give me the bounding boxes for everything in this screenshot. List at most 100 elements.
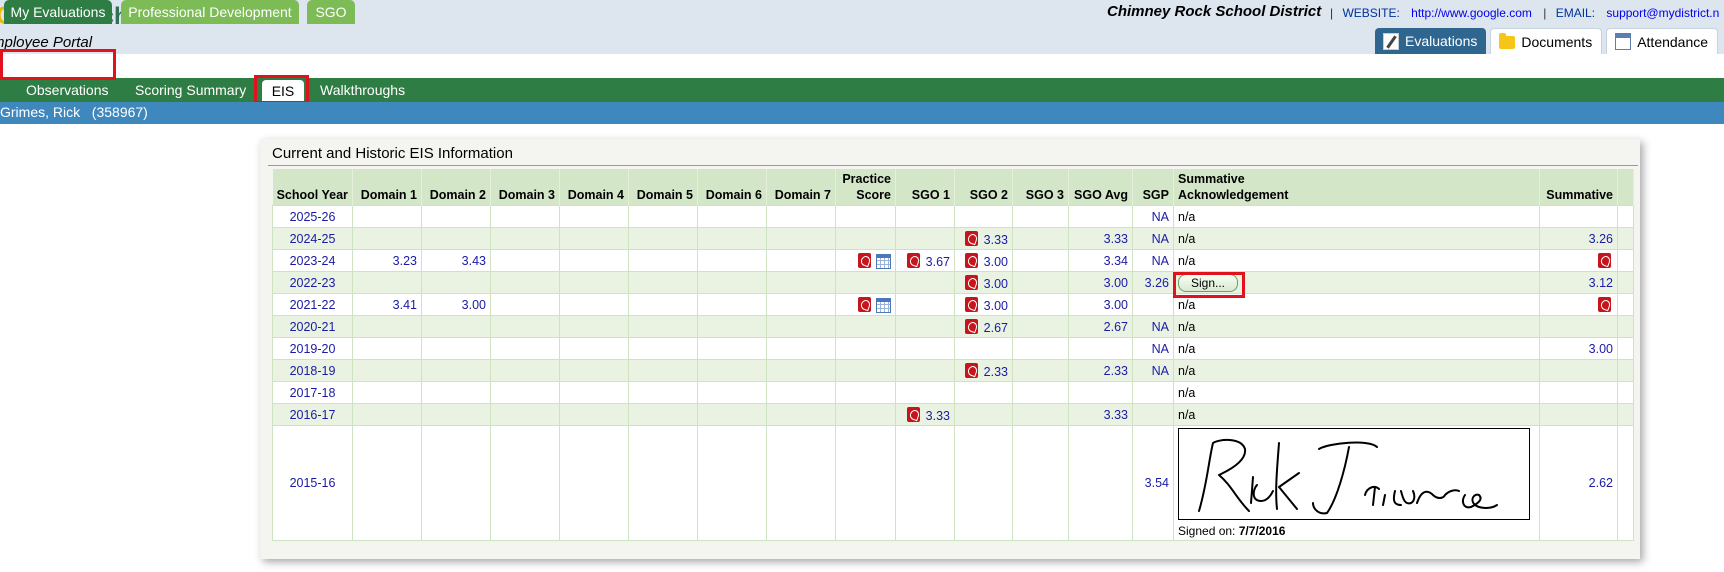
cell-summative-value[interactable]: 2.62 [1589,476,1613,490]
cell-sgo-2-value[interactable]: 3.00 [984,277,1008,291]
cell-domain-2[interactable] [421,403,491,426]
cell-domain-1-value[interactable]: 3.23 [393,254,417,268]
cell-sgo-1[interactable] [895,337,955,360]
cell-summative[interactable] [1539,315,1618,338]
pdf-icon[interactable] [965,252,979,268]
cell-summative[interactable] [1539,359,1618,382]
cell-domain-2-value[interactable]: 3.00 [462,298,486,312]
cell-school-year[interactable]: 2022-23 [272,271,353,294]
cell-sgo-avg[interactable]: 3.33 [1068,227,1133,250]
tab-documents[interactable]: Documents [1490,28,1603,54]
cell-sgo-2[interactable]: 2.33 [954,359,1013,382]
cell-school-year[interactable]: 2019-20 [272,337,353,360]
cell-domain-1[interactable] [352,337,422,360]
cell-sgo-1[interactable] [895,381,955,404]
cell-domain-2[interactable]: 3.43 [421,249,491,272]
cell-school-year[interactable]: 2020-21 [272,315,353,338]
cell-sgo-avg[interactable]: 2.67 [1068,315,1133,338]
pdf-icon[interactable] [965,230,979,246]
cell-sgo-avg[interactable] [1068,337,1133,360]
cell-domain-2-value[interactable]: 3.43 [462,254,486,268]
cell-sgo-avg-value[interactable]: 2.67 [1104,320,1128,334]
pdf-icon[interactable] [965,362,979,378]
cell-summative[interactable] [1539,403,1618,426]
cell-school-year[interactable]: 2023-24 [272,249,353,272]
tab-professional-development[interactable]: Professional Development [121,0,299,24]
cell-sgo-avg-value[interactable]: 3.34 [1104,254,1128,268]
cell-domain-1[interactable] [352,359,422,382]
cell-sgp[interactable]: NA [1132,227,1174,250]
cell-sgo-avg[interactable]: 3.00 [1068,271,1133,294]
cell-sgo-2-value[interactable]: 2.67 [984,321,1008,335]
cell-sgo-1[interactable] [895,205,955,228]
cell-school-year-value[interactable]: 2016-17 [290,408,336,422]
cell-sgo-2[interactable] [954,381,1013,404]
cell-sgo-2[interactable] [954,403,1013,426]
cell-sgo-2[interactable] [954,205,1013,228]
cell-school-year[interactable]: 2018-19 [272,359,353,382]
cell-sgp-value[interactable]: NA [1152,254,1169,268]
sign-button[interactable]: Sign... [1178,273,1239,292]
cell-domain-1[interactable]: 3.23 [352,249,422,272]
cell-summative-value[interactable]: 3.12 [1589,276,1613,290]
cell-sgp[interactable]: NA [1132,337,1174,360]
pdf-icon[interactable] [1598,252,1611,268]
cell-sgp-value[interactable]: 3.26 [1145,276,1169,290]
cell-domain-1[interactable] [352,205,422,228]
tab-attendance[interactable]: Attendance [1606,28,1719,54]
cell-sgo-avg-value[interactable]: 3.33 [1104,232,1128,246]
cell-sgo-2[interactable]: 3.00 [954,249,1013,272]
cell-sgp[interactable]: NA [1132,359,1174,382]
cell-school-year-value[interactable]: 2019-20 [290,342,336,356]
cell-school-year-value[interactable]: 2017-18 [290,386,336,400]
cell-summative[interactable]: 3.00 [1539,337,1618,360]
cell-sgo-1[interactable]: 3.33 [895,403,955,426]
cell-summative-value[interactable]: 3.26 [1589,232,1613,246]
cell-school-year-value[interactable]: 2021-22 [290,298,336,312]
cell-domain-2[interactable] [421,205,491,228]
cell-domain-2[interactable] [421,359,491,382]
cell-sgo-2[interactable]: 2.67 [954,315,1013,338]
cell-sgo-2-value[interactable]: 3.00 [984,299,1008,313]
cell-domain-2[interactable] [421,227,491,250]
cell-summative[interactable]: 2.62 [1539,425,1618,541]
cell-sgo-avg[interactable]: 3.33 [1068,403,1133,426]
cell-sgo-avg[interactable] [1068,425,1133,541]
subtab-walkthroughs[interactable]: Walkthroughs [320,78,405,102]
cell-summative[interactable]: 3.26 [1539,227,1618,250]
cell-school-year[interactable]: 2017-18 [272,381,353,404]
cell-sgo-2-value[interactable]: 3.00 [984,255,1008,269]
cell-school-year[interactable]: 2025-26 [272,205,353,228]
cell-sgp-value[interactable]: NA [1152,210,1169,224]
cell-domain-1[interactable] [352,381,422,404]
email-link[interactable]: support@mydistrict.n [1606,6,1719,20]
cell-domain-2[interactable]: 3.00 [421,293,491,316]
cell-sgo-1[interactable] [895,359,955,382]
cell-sgo-2[interactable]: 3.33 [954,227,1013,250]
cell-sgo-1[interactable] [895,227,955,250]
cell-summative[interactable] [1539,205,1618,228]
cell-sgo-1-value[interactable]: 3.67 [926,255,950,269]
cell-sgp[interactable]: NA [1132,249,1174,272]
cell-domain-1[interactable] [352,403,422,426]
cell-school-year-value[interactable]: 2025-26 [290,210,336,224]
subtab-observations[interactable]: Observations [26,78,108,102]
pdf-icon[interactable] [965,296,979,312]
cell-sgo-1[interactable] [895,293,955,316]
cell-sgo-avg[interactable] [1068,205,1133,228]
cell-domain-2[interactable] [421,315,491,338]
cell-sgo-avg-value[interactable]: 3.00 [1104,276,1128,290]
cell-sgo-2[interactable] [954,425,1013,541]
cell-school-year[interactable]: 2015-16 [272,425,353,541]
cell-sgp-value[interactable]: NA [1152,342,1169,356]
cell-sgo-avg-value[interactable]: 3.00 [1104,298,1128,312]
cell-sgo-avg-value[interactable]: 2.33 [1104,364,1128,378]
cell-sgo-2[interactable]: 3.00 [954,271,1013,294]
subtab-eis[interactable]: EIS [262,80,304,102]
cell-domain-2[interactable] [421,271,491,294]
cell-sgo-avg-value[interactable]: 3.33 [1104,408,1128,422]
cell-domain-1[interactable] [352,271,422,294]
cell-sgo-1[interactable] [895,315,955,338]
cell-domain-1-value[interactable]: 3.41 [393,298,417,312]
tab-sgo[interactable]: SGO [307,0,355,24]
